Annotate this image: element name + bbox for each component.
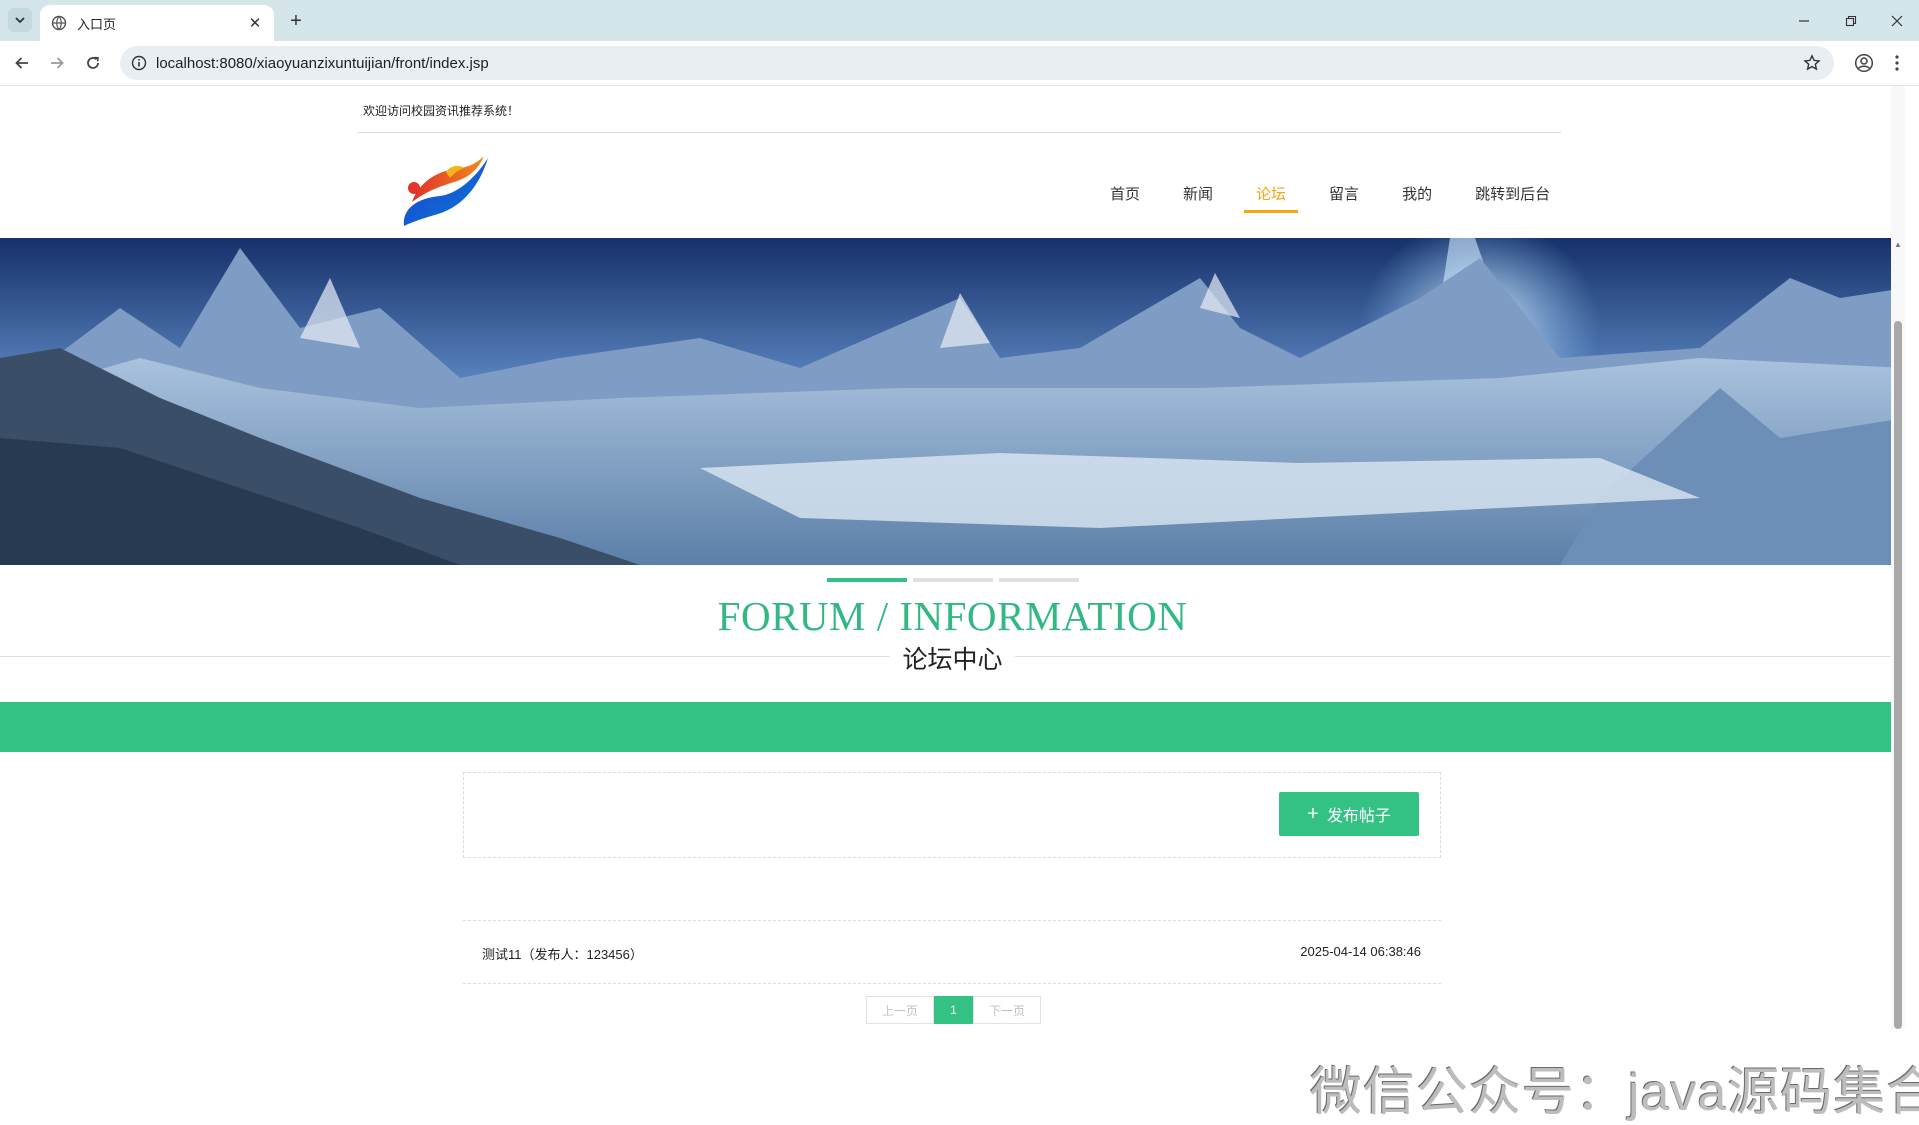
back-button[interactable] [9,50,35,76]
arrow-left-icon [15,57,28,69]
bookmark-star-icon[interactable] [1800,51,1824,75]
main-nav: 首页 新闻 论坛 留言 我的 跳转到后台 [1108,183,1591,213]
globe-icon [51,15,67,31]
tab-search-button[interactable] [8,8,32,32]
list-divider [463,983,1441,984]
scroll-up-arrow-icon[interactable]: ▲ [1894,240,1902,249]
close-tab-icon[interactable]: ✕ [245,13,265,33]
browser-tabstrip: 入口页 ✕ + [0,0,1919,41]
accent-band [0,702,1905,752]
carousel-dot[interactable] [913,578,993,582]
address-bar[interactable]: localhost:8080/xiaoyuanzixuntuijian/fron… [120,46,1834,80]
site-info-icon[interactable] [129,53,149,73]
list-item[interactable]: 测试11（发布人：123456） 2025-04-14 06:38:46 [463,944,1441,984]
nav-item-admin[interactable]: 跳转到后台 [1473,183,1552,204]
header-divider [358,132,1561,133]
profile-button[interactable] [1851,50,1877,76]
watermark-text: 微信公众号：java源码集合 [1310,1064,1919,1122]
pagination: 上一页 1 下一页 [866,996,1041,1024]
page-scrollbar[interactable]: ▲ [1891,86,1905,1029]
post-time: 2025-04-14 06:38:46 [1300,944,1421,959]
tab-title: 入口页 [77,16,117,32]
carousel-dot[interactable] [999,578,1079,582]
chevron-down-icon [15,17,25,24]
publish-post-label: 发布帖子 [1326,808,1391,825]
nav-item-mine[interactable]: 我的 [1400,183,1434,204]
arrow-right-icon [51,57,64,69]
restore-icon [1845,15,1857,26]
browser-menu-button[interactable] [1885,50,1909,76]
reload-button[interactable] [80,50,106,76]
new-tab-button[interactable]: + [284,9,308,33]
welcome-text: 欢迎访问校园资讯推荐系统！ [363,104,520,118]
nav-item-home[interactable]: 首页 [1108,183,1142,204]
url-text[interactable]: localhost:8080/xiaoyuanzixuntuijian/fron… [156,55,489,72]
post-title[interactable]: 测试11（发布人：123456） [482,944,643,963]
close-icon [1891,15,1903,26]
browser-toolbar: localhost:8080/xiaoyuanzixuntuijian/fron… [0,41,1919,86]
browser-tab[interactable]: 入口页 ✕ [40,5,274,41]
list-divider [463,920,1441,921]
page-viewport: 欢迎访问校园资讯推荐系统！ 首页 新闻 论坛 留言 我的 跳转到后台 FORUM… [0,86,1919,1122]
section-title-cn: 论坛中心 [890,640,1015,676]
publish-post-button[interactable]: + 发布帖子 [1279,792,1419,836]
nav-item-news[interactable]: 新闻 [1181,183,1215,204]
carousel-indicators [827,578,1085,582]
section-title-en: FORUM / INFORMATION [717,593,1188,639]
hero-banner-image[interactable] [0,238,1905,565]
account-icon [1854,53,1874,73]
forum-toolbar: + 发布帖子 [463,772,1441,858]
site-logo[interactable] [398,150,494,236]
plus-icon: + [1307,802,1319,825]
next-page-button[interactable]: 下一页 [973,996,1041,1024]
close-window-button[interactable] [1874,0,1919,41]
minimize-button[interactable] [1781,0,1827,41]
prev-page-button[interactable]: 上一页 [866,996,934,1024]
nav-item-messages[interactable]: 留言 [1327,183,1361,204]
forward-button[interactable] [44,50,70,76]
more-vert-icon [1895,55,1899,71]
carousel-dot[interactable] [827,578,907,582]
restore-button[interactable] [1828,0,1874,41]
scrollbar-thumb[interactable] [1894,321,1902,1029]
current-page-button[interactable]: 1 [934,996,973,1024]
nav-item-forum[interactable]: 论坛 [1244,183,1299,213]
minimize-icon [1799,19,1809,22]
reload-icon [87,56,99,69]
